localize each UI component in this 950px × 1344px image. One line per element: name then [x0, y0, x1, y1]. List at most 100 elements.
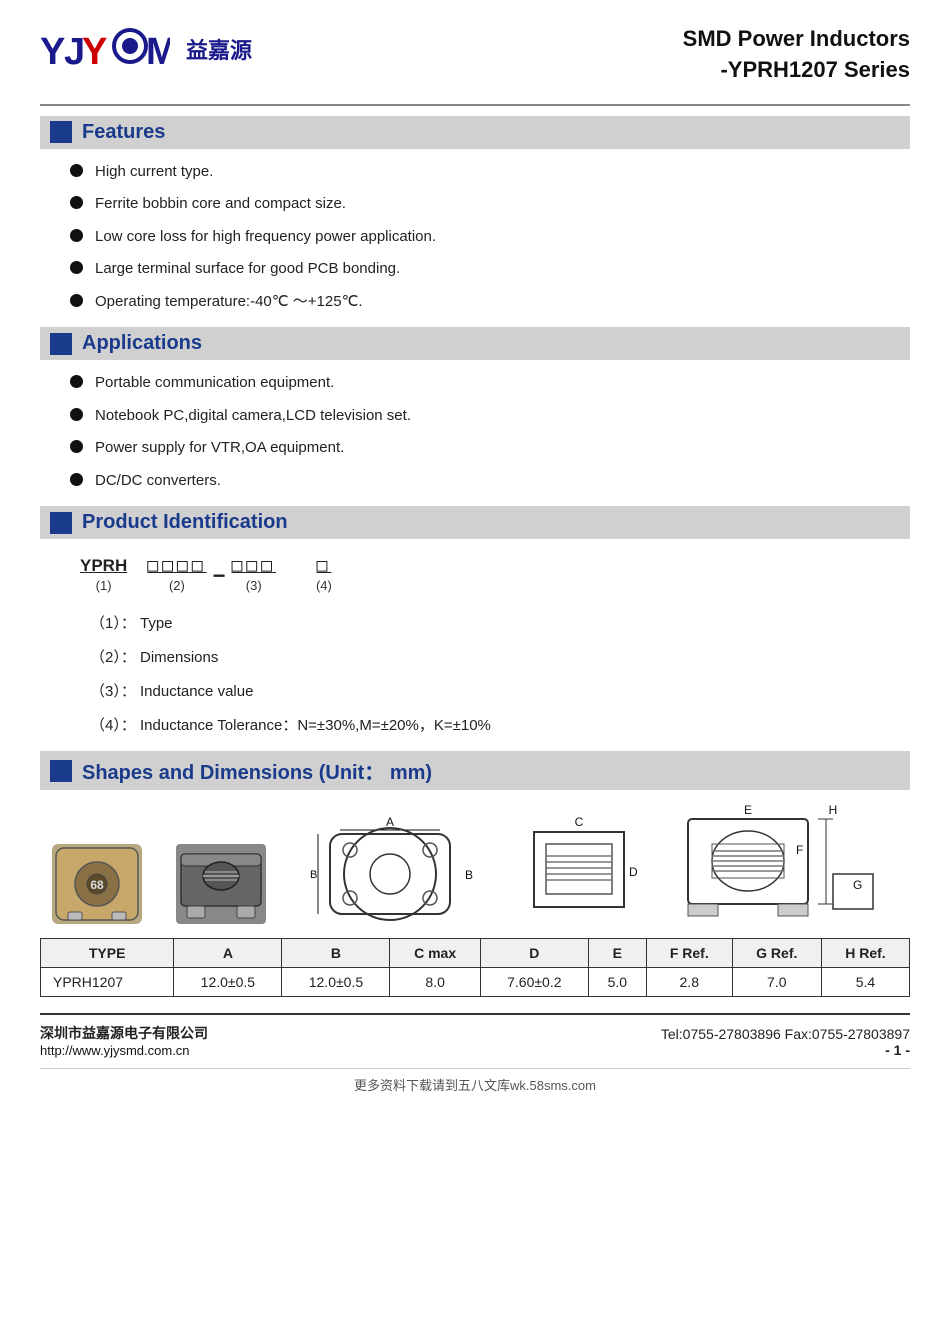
cell-href: 5.4: [821, 968, 909, 997]
company-url: http://www.yjysmd.com.cn: [40, 1043, 208, 1058]
page: Y J Y M 益嘉源 SMD Power Inductors -YPRH120…: [0, 0, 950, 1344]
logo-svg: Y J Y M: [40, 24, 170, 74]
list-item: High current type.: [70, 161, 910, 184]
svg-text:B: B: [465, 868, 473, 882]
bullet-dot: [70, 375, 83, 388]
list-item: Low core loss for high frequency power a…: [70, 226, 910, 249]
pid-num-3: (3): [246, 578, 262, 593]
shape-drawing-3: E H F G: [678, 804, 898, 924]
cell-fref: 2.8: [646, 968, 732, 997]
shapes-images: 68: [40, 804, 910, 924]
svg-text:A: A: [386, 815, 394, 829]
header-divider: [40, 104, 910, 106]
col-d: D: [480, 939, 588, 968]
cell-e: 5.0: [588, 968, 646, 997]
app-item-4: DC/DC converters.: [95, 470, 221, 493]
app-item-3: Power supply for VTR,OA equipment.: [95, 437, 344, 460]
features-list: High current type. Ferrite bobbin core a…: [40, 161, 910, 314]
svg-text:C: C: [575, 815, 584, 829]
list-item: Portable communication equipment.: [70, 372, 910, 395]
applications-icon: [50, 333, 72, 355]
footer-left: 深圳市益嘉源电子有限公司 http://www.yjysmd.com.cn: [40, 1023, 208, 1058]
pid-dash: −: [213, 563, 226, 593]
list-item: Large terminal surface for good PCB bond…: [70, 258, 910, 281]
pid-boxes-2: □□□: [231, 555, 276, 576]
svg-text:E: E: [744, 804, 752, 817]
col-a: A: [174, 939, 282, 968]
product-id-icon: [50, 512, 72, 534]
page-number: - 1 -: [661, 1042, 910, 1058]
features-icon: [50, 121, 72, 143]
shapes-section: Shapes and Dimensions (Unit： mm) 68: [40, 751, 910, 924]
pid-num-4: (4): [316, 578, 332, 593]
product-id-bar: Product Identification: [40, 506, 910, 539]
shape-drawing-1: A B: [300, 814, 480, 924]
col-href: H Ref.: [821, 939, 909, 968]
footer: 深圳市益嘉源电子有限公司 http://www.yjysmd.com.cn Te…: [40, 1013, 910, 1058]
cell-gref: 7.0: [732, 968, 821, 997]
list-item: Power supply for VTR,OA equipment.: [70, 437, 910, 460]
title-area: SMD Power Inductors -YPRH1207 Series: [683, 24, 910, 86]
feature-item-3: Low core loss for high frequency power a…: [95, 226, 436, 249]
bullet-dot: [70, 294, 83, 307]
svg-text:F: F: [796, 843, 803, 857]
pid-col-1: YPRH (1): [80, 556, 127, 593]
product-id-descriptions: （1）： Type （2）： Dimensions （3）： Inductanc…: [90, 609, 910, 741]
product-id-title: Product Identification: [82, 511, 288, 534]
app-item-1: Portable communication equipment.: [95, 372, 334, 395]
company-name: 深圳市益嘉源电子有限公司: [40, 1023, 208, 1043]
cell-a: 12.0±0.5: [174, 968, 282, 997]
drawing-ab-svg: A B: [300, 814, 480, 924]
product-id-diagram: YPRH (1) □□□□ (2) − □□□ (3) □ (4): [80, 555, 910, 593]
bullet-dot: [70, 261, 83, 274]
pid-col-4: □ (4): [316, 555, 332, 593]
shape-photo-2: [176, 844, 266, 924]
col-b: B: [282, 939, 390, 968]
header: Y J Y M 益嘉源 SMD Power Inductors -YPRH120…: [40, 24, 910, 86]
col-e: E: [588, 939, 646, 968]
contact-info: Tel:0755-27803896 Fax:0755-27803897: [661, 1026, 910, 1042]
col-gref: G Ref.: [732, 939, 821, 968]
bullet-dot: [70, 408, 83, 421]
shapes-icon: [50, 760, 72, 782]
pid-desc-2: （2）： Dimensions: [90, 643, 910, 673]
svg-text:G: G: [853, 878, 862, 892]
bullet-dot: [70, 473, 83, 486]
inductor-top-view-svg: 68: [54, 846, 140, 922]
app-item-2: Notebook PC,digital camera,LCD televisio…: [95, 405, 411, 428]
feature-item-4: Large terminal surface for good PCB bond…: [95, 258, 400, 281]
col-fref: F Ref.: [646, 939, 732, 968]
cell-cmax: 8.0: [390, 968, 480, 997]
pid-desc-3: （3）： Inductance value: [90, 677, 910, 707]
feature-item-2: Ferrite bobbin core and compact size.: [95, 193, 346, 216]
col-cmax: C max: [390, 939, 480, 968]
table-row: YPRH1207 12.0±0.5 12.0±0.5 8.0 7.60±0.2 …: [41, 968, 910, 997]
bullet-dot: [70, 196, 83, 209]
logo-area: Y J Y M 益嘉源: [40, 24, 252, 74]
cell-b: 12.0±0.5: [282, 968, 390, 997]
pid-col-2: □□□□ (2): [147, 555, 206, 593]
shapes-bar: Shapes and Dimensions (Unit： mm): [40, 751, 910, 790]
footer-right: Tel:0755-27803896 Fax:0755-27803897 - 1 …: [661, 1026, 910, 1058]
pid-num-2: (2): [169, 578, 185, 593]
svg-text:68: 68: [90, 878, 104, 892]
svg-text:Y: Y: [82, 31, 107, 73]
bullet-dot: [70, 229, 83, 242]
svg-text:M: M: [146, 31, 170, 73]
svg-text:Y: Y: [40, 31, 65, 73]
list-item: Operating temperature:-40℃ ～+125℃.: [70, 291, 910, 314]
pid-col-3: □□□ (3): [231, 555, 276, 593]
cell-type: YPRH1207: [41, 968, 174, 997]
pid-desc-1: （1）： Type: [90, 609, 910, 639]
applications-title: Applications: [82, 332, 202, 355]
pid-desc-4: （4）： Inductance Tolerance：N=±30%,M=±20%，…: [90, 711, 910, 741]
title-line2: -YPRH1207 Series: [720, 57, 910, 82]
shape-drawing-2: C D: [514, 814, 644, 924]
list-item: Notebook PC,digital camera,LCD televisio…: [70, 405, 910, 428]
pid-prefix: YPRH: [80, 556, 127, 576]
bullet-dot: [70, 164, 83, 177]
features-title: Features: [82, 121, 165, 144]
svg-text:D: D: [629, 865, 638, 879]
pid-num-1: (1): [96, 578, 112, 593]
drawing-cd-svg: C D: [514, 814, 644, 924]
